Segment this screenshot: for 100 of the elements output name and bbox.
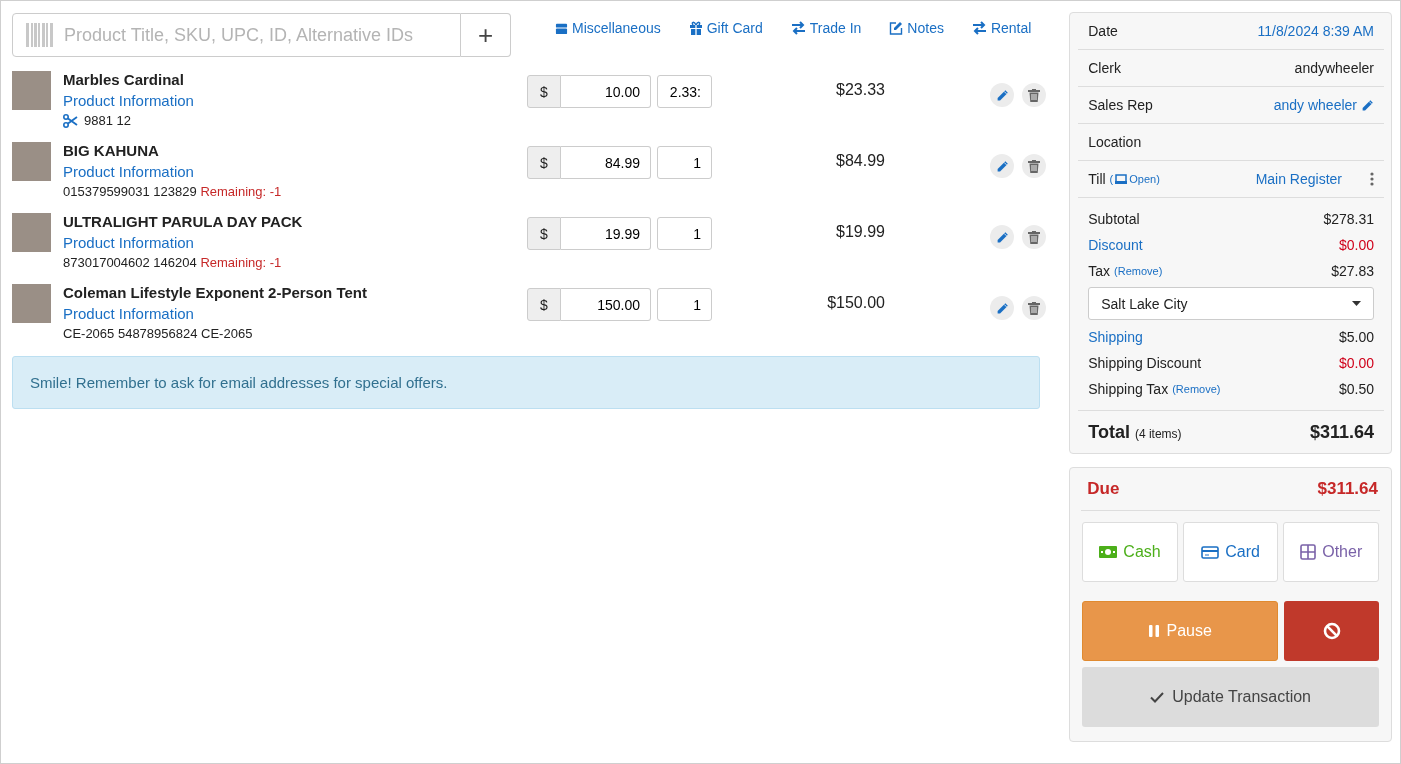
price-field[interactable]: 19.99: [561, 217, 651, 250]
edit-button[interactable]: [990, 225, 1015, 249]
product-title: Coleman Lifestyle Exponent 2-Person Tent: [63, 284, 368, 301]
delete-button[interactable]: [1022, 225, 1047, 249]
photo-placeholder: [12, 213, 51, 252]
photo-placeholder: [12, 71, 51, 110]
quantity-field[interactable]: 2.33:: [657, 75, 712, 108]
currency-addon: $: [527, 217, 561, 250]
summary-value: $0.00: [1338, 355, 1374, 371]
summary-label: Subtotal: [1088, 211, 1140, 227]
due-label: Due: [1087, 479, 1120, 499]
info-label: Location: [1088, 134, 1142, 150]
quick-action-link[interactable]: Rental: [971, 20, 1032, 36]
pencil-icon[interactable]: [995, 159, 1009, 173]
remove-link[interactable]: (Remove): [1114, 265, 1163, 277]
quick-action-link[interactable]: Notes: [889, 20, 944, 36]
quick-action-link[interactable]: Gift Card: [688, 20, 763, 36]
currency-addon: $: [527, 288, 561, 321]
quantity-field[interactable]: 1: [657, 146, 712, 179]
quantity-field[interactable]: 1: [657, 288, 712, 321]
pencil-icon[interactable]: [1361, 98, 1374, 112]
total-value: $311.64: [1309, 421, 1374, 443]
edit-button[interactable]: [990, 154, 1015, 178]
pencil-icon[interactable]: [995, 301, 1009, 315]
price-field[interactable]: 84.99: [561, 146, 651, 179]
summary-label: Shipping Discount: [1088, 355, 1202, 371]
pause-icon: [1148, 625, 1159, 637]
summary-value: $0.00: [1338, 237, 1374, 253]
due-value: $311.64: [1317, 479, 1378, 499]
line-total: $19.99: [836, 223, 885, 240]
summary-label: Tax: [1088, 263, 1111, 279]
barcode-icon: [26, 23, 54, 47]
check-icon: [1150, 691, 1165, 703]
product-title: BIG KAHUNA: [63, 142, 160, 159]
summary-value: $27.83: [1331, 263, 1374, 279]
credit-card-icon: [1201, 545, 1220, 559]
product-search-field[interactable]: Product Title, SKU, UPC, ID, Alternative IDs: [12, 13, 461, 57]
product-info-link[interactable]: Product Information: [63, 305, 527, 322]
product-info-link[interactable]: Product Information: [63, 92, 527, 109]
add-button[interactable]: +: [461, 13, 511, 57]
product-title: ULTRALIGHT PARULA DAY PACK: [63, 213, 304, 230]
line-total: $150.00: [827, 294, 885, 311]
quick-action-link[interactable]: Trade In: [790, 20, 862, 36]
line-total: $23.33: [836, 81, 885, 98]
date-value: 11/8/2024 8:39 AM: [1257, 23, 1374, 39]
currency-addon: $: [527, 75, 561, 108]
banknote-icon: [1099, 546, 1118, 558]
edit-button[interactable]: [990, 83, 1015, 107]
product-info-link[interactable]: Product Information: [63, 163, 527, 180]
trash-icon[interactable]: [1028, 159, 1041, 173]
more-options-icon[interactable]: [1370, 172, 1374, 186]
box-icon: [555, 21, 568, 35]
product-info-link[interactable]: Product Information: [63, 234, 527, 251]
grid-icon: [1300, 544, 1317, 560]
caret-icon: [1352, 301, 1361, 306]
product-title: Marbles Cardinal: [63, 71, 185, 88]
prohibited-icon: [1322, 622, 1341, 640]
edit-button[interactable]: [990, 296, 1015, 320]
swap-arrows-icon: [790, 21, 806, 35]
delete-button[interactable]: [1022, 154, 1047, 178]
summary-value: $0.50: [1338, 381, 1374, 397]
summary-value: $278.31: [1323, 211, 1374, 227]
payment-method-button[interactable]: Other: [1283, 522, 1379, 582]
product-codes: 015379599031 123829 Remaining: -1: [63, 184, 282, 199]
info-label: Sales Rep: [1088, 97, 1153, 113]
summary-label[interactable]: Shipping: [1088, 329, 1143, 345]
trash-icon[interactable]: [1028, 301, 1041, 315]
info-label: Date: [1088, 23, 1118, 39]
till-status-link[interactable]: Open): [1129, 173, 1160, 185]
drawer-icon: [1115, 174, 1128, 184]
info-label: Clerk: [1088, 60, 1121, 76]
edit-note-icon: [889, 21, 904, 35]
product-codes: 9881 12: [84, 113, 131, 128]
info-alert: Smile! Remember to ask for email addresses for special offers.: [12, 356, 1041, 409]
price-field[interactable]: 150.00: [561, 288, 651, 321]
delete-button[interactable]: [1022, 83, 1047, 107]
line-total: $84.99: [836, 152, 885, 169]
sales-rep-link[interactable]: andy wheeler: [1273, 97, 1357, 113]
payment-method-button[interactable]: Card: [1182, 522, 1279, 582]
trash-icon[interactable]: [1028, 230, 1041, 244]
pencil-icon[interactable]: [995, 230, 1009, 244]
update-transaction-button[interactable]: Update Transaction: [1082, 667, 1379, 727]
gift-icon: [688, 21, 703, 35]
trash-icon[interactable]: [1028, 88, 1041, 102]
quantity-field[interactable]: 1: [657, 217, 712, 250]
cancel-button[interactable]: [1284, 601, 1379, 661]
tax-region-dropdown[interactable]: Salt Lake City: [1088, 287, 1374, 320]
currency-addon: $: [527, 146, 561, 179]
total-label: Total: [1088, 421, 1130, 443]
payment-method-button[interactable]: Cash: [1082, 522, 1178, 582]
info-label: Till: [1088, 171, 1106, 187]
summary-label[interactable]: Discount: [1088, 237, 1143, 253]
pencil-icon[interactable]: [995, 88, 1009, 102]
price-field[interactable]: 10.00: [561, 75, 651, 108]
delete-button[interactable]: [1022, 296, 1047, 320]
product-codes: CE-2065 54878956824 CE-2065: [63, 326, 253, 341]
summary-value: $5.00: [1338, 329, 1374, 345]
register-link[interactable]: Main Register: [1255, 171, 1342, 187]
remove-link[interactable]: (Remove): [1172, 383, 1221, 395]
quick-action-link[interactable]: Miscellaneous: [555, 20, 661, 36]
